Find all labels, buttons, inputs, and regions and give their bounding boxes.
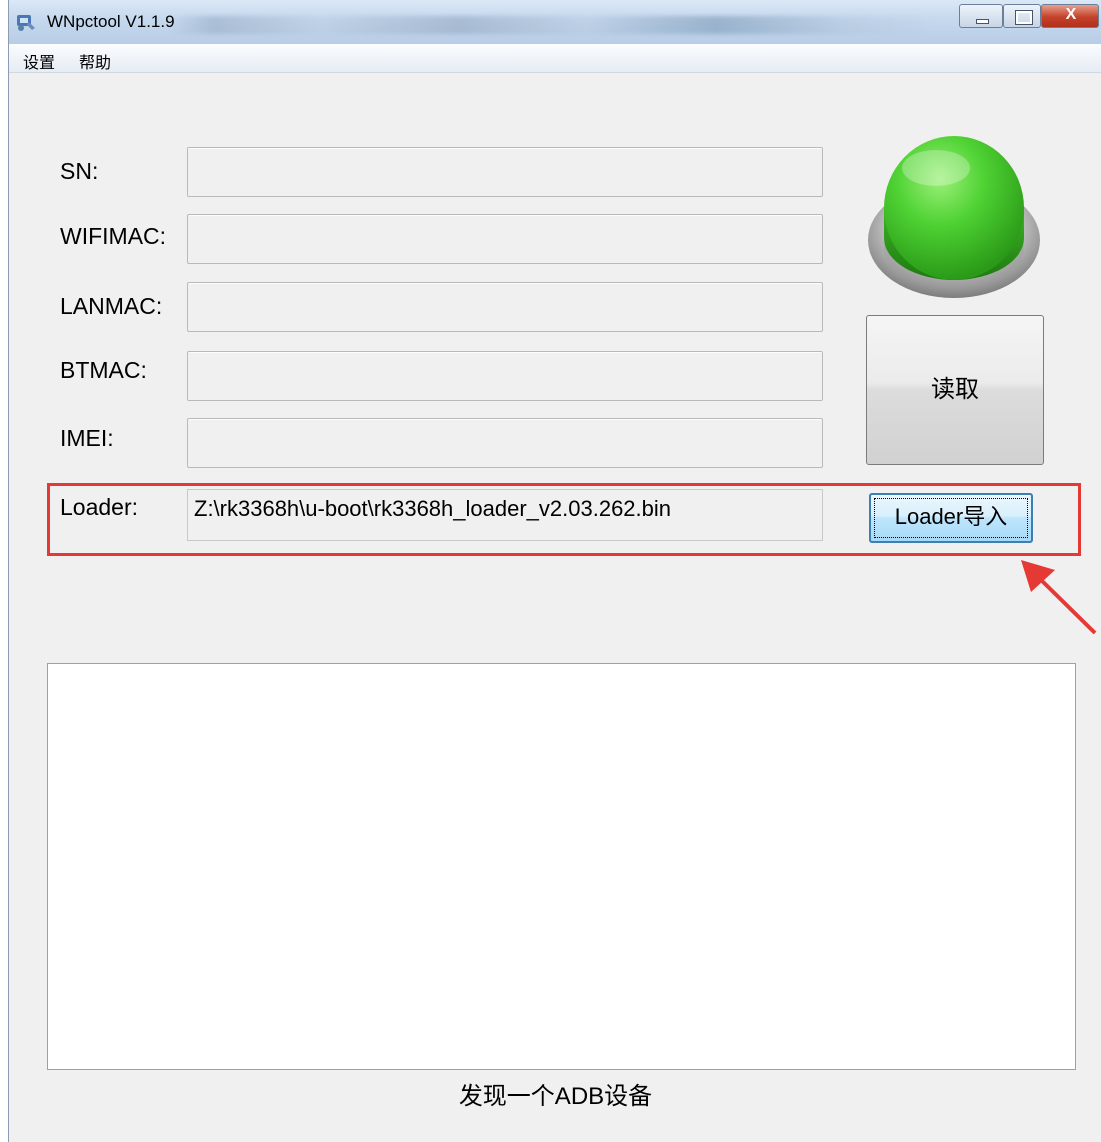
menu-help[interactable]: 帮助 bbox=[79, 49, 111, 73]
lanmac-field[interactable] bbox=[187, 282, 823, 332]
annotation-arrow-icon bbox=[1021, 560, 1097, 635]
menu-bar: 设置 帮助 bbox=[9, 44, 1101, 73]
app-window: WNpctool V1.1.9 X 设置 帮助 SN: WIFIMAC: LAN… bbox=[8, 0, 1101, 1142]
annotation-highlight-box bbox=[47, 483, 1081, 556]
maximize-button[interactable] bbox=[1003, 4, 1041, 28]
window-title: WNpctool V1.1.9 bbox=[47, 12, 175, 31]
app-icon bbox=[17, 15, 35, 31]
close-button[interactable]: X bbox=[1041, 4, 1099, 28]
imei-label: IMEI: bbox=[60, 425, 114, 451]
status-text: 发现一个ADB设备 bbox=[458, 1083, 653, 1110]
sn-field[interactable] bbox=[187, 147, 823, 197]
title-bar[interactable]: WNpctool V1.1.9 X bbox=[9, 0, 1101, 44]
wifimac-label: WIFIMAC: bbox=[60, 223, 167, 249]
btmac-label: BTMAC: bbox=[60, 357, 147, 383]
green-round-button-icon[interactable] bbox=[864, 128, 1044, 303]
close-icon: X bbox=[1065, 6, 1077, 23]
wifimac-field[interactable] bbox=[187, 214, 823, 264]
minimize-button[interactable] bbox=[959, 4, 1003, 28]
imei-field[interactable] bbox=[187, 418, 823, 468]
menu-settings[interactable]: 设置 bbox=[23, 49, 55, 73]
sn-label: SN: bbox=[60, 158, 99, 184]
btmac-field[interactable] bbox=[187, 351, 823, 401]
blurred-background-taskbar bbox=[169, 16, 929, 34]
read-button[interactable]: 读取 bbox=[866, 315, 1044, 465]
lanmac-label: LANMAC: bbox=[60, 293, 163, 319]
log-output-area[interactable] bbox=[47, 663, 1076, 1070]
